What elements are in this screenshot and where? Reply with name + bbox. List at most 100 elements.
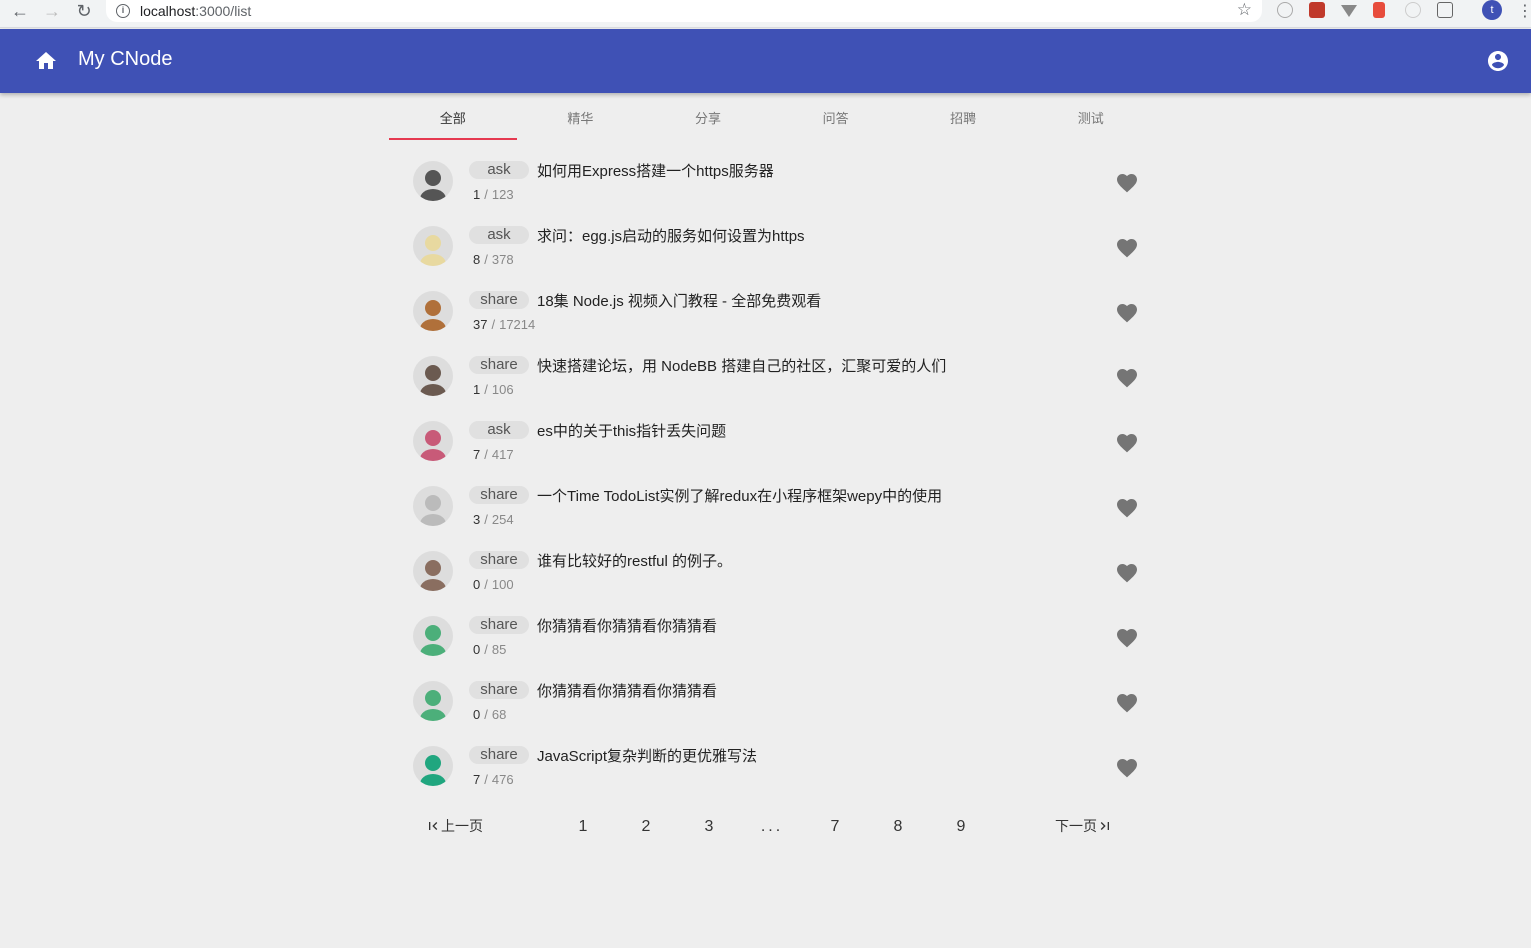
stats-separator: / [484,512,488,527]
stats-separator: / [484,252,488,267]
heart-icon[interactable] [1115,626,1139,648]
topic-stats: 37/17214 [473,317,535,332]
extension-icon[interactable] [1437,2,1453,18]
heart-icon[interactable] [1115,171,1139,193]
heart-icon[interactable] [1115,756,1139,778]
page-number[interactable]: 7 [823,818,847,836]
topic-list-item[interactable]: share 谁有比较好的restful 的例子。 0/100 [389,539,1155,604]
topic-title[interactable]: 18集 Node.js 视频入门教程 - 全部免费观看 [537,290,821,311]
tab-good[interactable]: 精华 [517,94,645,140]
next-page-button[interactable]: 下一页 [1055,816,1113,836]
topic-title[interactable]: es中的关于this指针丢失问题 [537,420,726,441]
reply-count: 0 [473,577,481,592]
topic-tab-badge: share [469,616,529,634]
pagination: 上一页 1 2 3 ... 7 8 9 下一页 [389,812,1155,842]
address-bar[interactable]: i localhost:3000/list ☆ [106,0,1262,22]
page-number[interactable]: 3 [697,818,721,836]
stats-separator: / [484,447,488,462]
visit-count: 123 [491,187,514,202]
author-avatar [413,421,453,461]
topic-tab-badge: share [469,356,529,374]
heart-icon[interactable] [1115,431,1139,453]
topic-title[interactable]: 如何用Express搭建一个https服务器 [537,160,774,181]
tab-dev[interactable]: 测试 [1027,94,1155,140]
reply-count: 37 [473,317,488,332]
tab-all[interactable]: 全部 [389,94,517,140]
tab-share[interactable]: 分享 [644,94,772,140]
page-number[interactable]: 1 [571,818,595,836]
browser-menu-icon[interactable]: ⋮ [1517,1,1531,21]
visit-count: 254 [491,512,514,527]
previous-page-label: 上一页 [441,818,483,834]
topic-stats: 1/123 [473,187,514,202]
heart-icon[interactable] [1115,496,1139,518]
stats-separator: / [484,577,488,592]
previous-page-button[interactable]: 上一页 [425,816,483,836]
topic-title[interactable]: 一个Time TodoList实例了解redux在小程序框架wepy中的使用 [537,485,942,506]
topic-tab-badge: share [469,486,529,504]
stats-separator: / [491,317,496,332]
extension-icon[interactable] [1277,2,1293,18]
forward-arrow-icon[interactable]: → [41,0,63,22]
reply-count: 1 [473,382,481,397]
heart-icon[interactable] [1115,366,1139,388]
topic-list-item[interactable]: share 你猜猜看你猜猜看你猜猜看 0/85 [389,604,1155,669]
heart-icon[interactable] [1115,301,1139,323]
topic-list-item[interactable]: share 18集 Node.js 视频入门教程 - 全部免费观看 37/17214 [389,279,1155,344]
heart-icon[interactable] [1115,691,1139,713]
visit-count: 85 [491,642,507,657]
stats-separator: / [484,642,488,657]
author-avatar [413,161,453,201]
topic-title[interactable]: 谁有比较好的restful 的例子。 [537,550,732,571]
topic-title[interactable]: 求问：egg.js启动的服务如何设置为https [537,225,805,246]
author-avatar [413,291,453,331]
stats-separator: / [484,382,488,397]
last-page-icon [1100,822,1109,830]
page-number[interactable]: 2 [634,818,658,836]
heart-icon[interactable] [1115,236,1139,258]
author-avatar [413,356,453,396]
topic-list-item[interactable]: ask 求问：egg.js启动的服务如何设置为https 8/378 [389,214,1155,279]
topic-list-item[interactable]: ask es中的关于this指针丢失问题 7/417 [389,409,1155,474]
topic-stats: 0/100 [473,577,514,592]
profile-avatar[interactable]: t [1482,0,1502,20]
back-arrow-icon[interactable]: ← [9,0,31,22]
tab-job[interactable]: 招聘 [899,94,1027,140]
topic-list-item[interactable]: share 快速搭建论坛，用 NodeBB 搭建自己的社区，汇聚可爱的人们 1/10… [389,344,1155,409]
topic-title[interactable]: 快速搭建论坛，用 NodeBB 搭建自己的社区，汇聚可爱的人们 [537,355,946,376]
reply-count: 7 [473,447,481,462]
reply-count: 8 [473,252,481,267]
topic-list: ask 如何用Express搭建一个https服务器 1/123 ask 求问：egg.… [389,149,1155,799]
page-number[interactable]: 9 [949,818,973,836]
extension-icon[interactable] [1373,2,1385,18]
topic-title[interactable]: JavaScript复杂判断的更优雅写法 [537,745,757,766]
topic-tab-badge: share [469,291,529,309]
reload-icon[interactable]: ↻ [73,0,95,22]
vue-devtools-icon[interactable] [1341,5,1357,17]
topic-list-item[interactable]: share 一个Time TodoList实例了解redux在小程序框架wepy中… [389,474,1155,539]
extension-icon[interactable] [1309,2,1325,18]
stats-separator: / [484,707,488,722]
reply-count: 0 [473,707,481,722]
active-tab-indicator [389,138,517,140]
site-info-icon[interactable]: i [116,4,130,18]
topic-tabs: 全部 精华 分享 问答 招聘 测试 [389,94,1155,142]
tab-ask[interactable]: 问答 [772,94,900,140]
stats-separator: / [484,772,488,787]
page-number[interactable]: 8 [886,818,910,836]
topic-stats: 8/378 [473,252,514,267]
topic-list-item[interactable]: share JavaScript复杂判断的更优雅写法 7/476 [389,734,1155,799]
visit-count: 417 [491,447,514,462]
topic-title[interactable]: 你猜猜看你猜猜看你猜猜看 [537,615,717,636]
topic-title[interactable]: 你猜猜看你猜猜看你猜猜看 [537,680,717,701]
topic-list-item[interactable]: ask 如何用Express搭建一个https服务器 1/123 [389,149,1155,214]
page-ellipsis: ... [760,818,784,835]
stats-separator: / [484,187,488,202]
account-circle-icon[interactable] [1486,49,1510,73]
extension-icon[interactable] [1405,2,1421,18]
home-icon[interactable] [34,49,58,73]
topic-list-item[interactable]: share 你猜猜看你猜猜看你猜猜看 0/68 [389,669,1155,734]
url-text[interactable]: localhost:3000/list [140,3,251,19]
bookmark-star-icon[interactable]: ☆ [1237,0,1252,20]
heart-icon[interactable] [1115,561,1139,583]
